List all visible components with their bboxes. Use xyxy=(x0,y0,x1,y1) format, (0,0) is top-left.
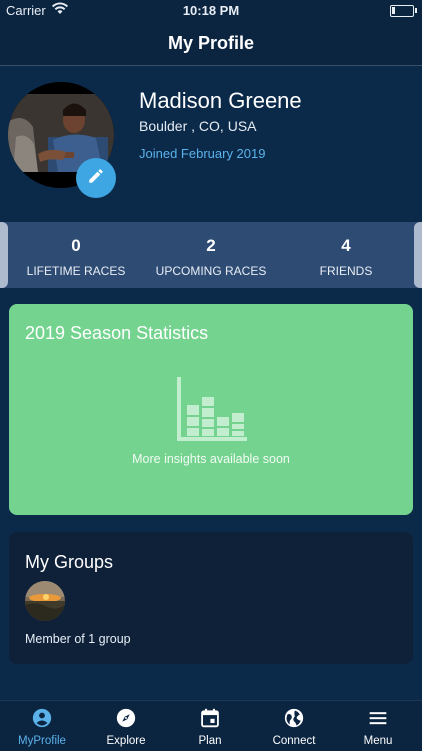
profile-header: Madison Greene Boulder , CO, USA Joined … xyxy=(0,66,422,222)
tab-label: Plan xyxy=(198,735,222,747)
page-title: My Profile xyxy=(167,33,255,53)
season-statistics-card[interactable]: 2019 Season Statistics More insights ava… xyxy=(9,304,413,515)
groups-title: My Groups xyxy=(25,552,114,572)
stat-upcoming-races[interactable]: 2 UPCOMING RACES xyxy=(141,236,281,278)
tab-label: Menu xyxy=(363,735,393,747)
stat-label: LIFETIME RACES xyxy=(26,264,126,278)
stat-friends[interactable]: 4 FRIENDS xyxy=(276,236,416,278)
profile-location: Boulder , CO, USA xyxy=(139,118,257,134)
menu-icon xyxy=(368,708,388,728)
tab-plan[interactable]: Plan xyxy=(168,701,252,751)
stat-label: FRIENDS xyxy=(319,264,373,278)
stat-value: 2 xyxy=(206,236,216,255)
calendar-icon xyxy=(200,708,220,728)
season-title: 2019 Season Statistics xyxy=(25,323,209,343)
tab-connect[interactable]: Connect xyxy=(252,701,336,751)
stats-strip: 0 LIFETIME RACES 2 UPCOMING RACES 4 FRIE… xyxy=(0,222,422,288)
tab-label: Explore xyxy=(106,735,146,747)
tab-menu[interactable]: Menu xyxy=(336,701,420,751)
status-bar: Carrier 10:18 PM xyxy=(0,0,422,22)
profile-icon xyxy=(32,708,52,728)
tab-label: MyProfile xyxy=(18,735,66,747)
status-time: 10:18 PM xyxy=(182,3,240,18)
compass-icon xyxy=(116,708,136,728)
stat-lifetime-races[interactable]: 0 LIFETIME RACES xyxy=(6,236,146,278)
tab-bar: MyProfile Explore Plan Connect Menu xyxy=(0,700,422,751)
group-avatar[interactable] xyxy=(25,581,65,621)
pencil-icon xyxy=(87,167,105,190)
season-message: More insights available soon xyxy=(132,452,290,466)
profile-name: Madison Greene xyxy=(139,88,302,113)
my-groups-card: My Groups Member of 1 group xyxy=(9,532,413,664)
profile-joined-date: Joined February 2019 xyxy=(139,146,266,161)
battery-icon xyxy=(390,5,417,17)
bar-chart-icon xyxy=(177,377,247,446)
tab-explore[interactable]: Explore xyxy=(84,701,168,751)
stat-label: UPCOMING RACES xyxy=(155,264,267,278)
tab-myprofile[interactable]: MyProfile xyxy=(0,701,84,751)
stat-value: 4 xyxy=(341,236,351,255)
tab-label: Connect xyxy=(272,735,316,747)
navigation-bar: My Profile xyxy=(0,22,422,66)
group-membership-text: Member of 1 group xyxy=(25,632,131,646)
globe-icon xyxy=(284,708,304,728)
edit-profile-button[interactable] xyxy=(76,158,116,198)
stat-value: 0 xyxy=(71,236,81,255)
